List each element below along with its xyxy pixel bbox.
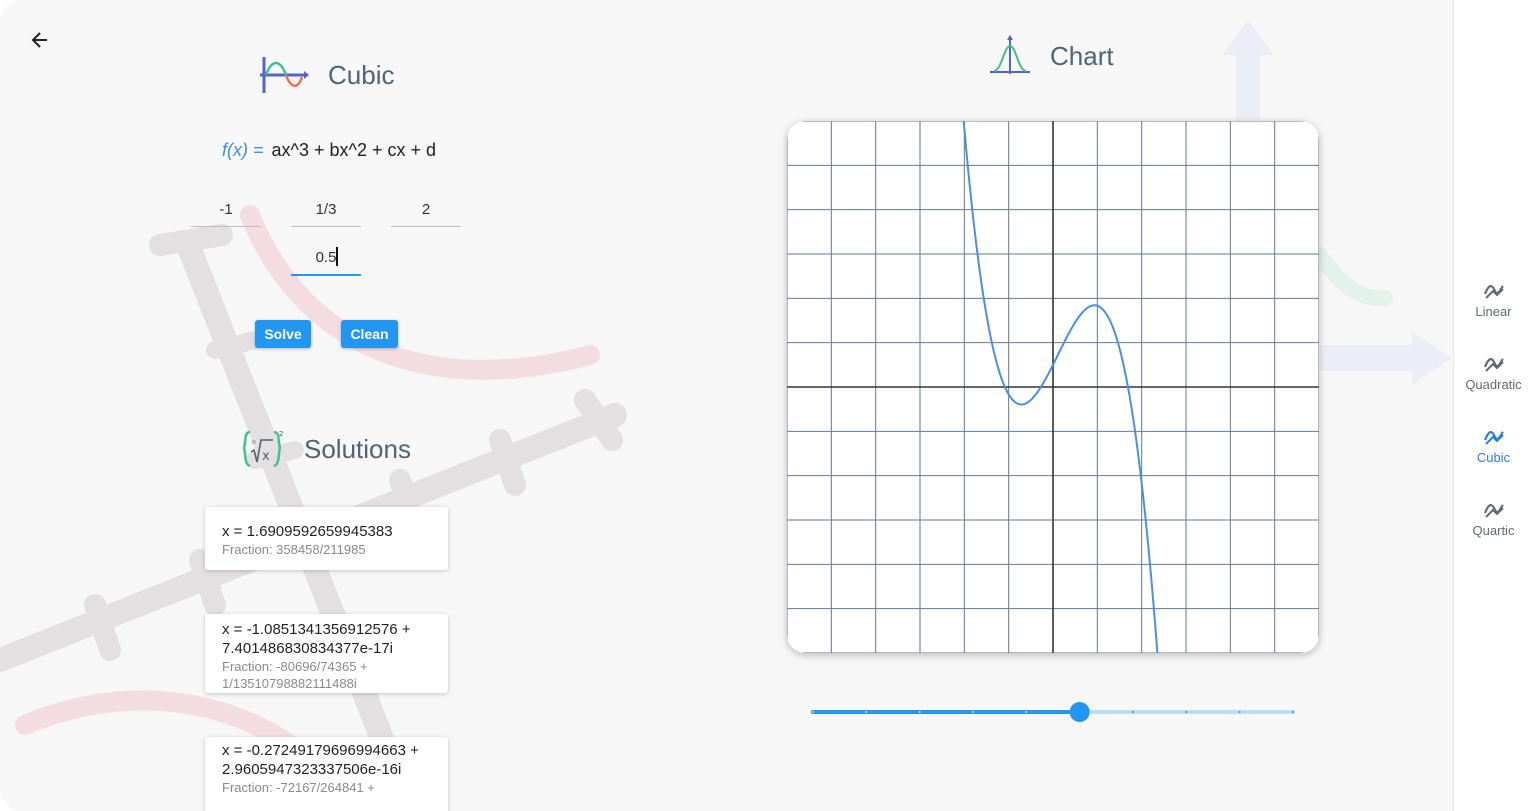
slider-tick	[918, 711, 921, 713]
slider-tick	[1025, 711, 1028, 713]
svg-text:x: x	[262, 449, 270, 464]
solutions-heading: x 2 n Solutions	[240, 428, 411, 470]
nav-item-linear[interactable]: Linear	[1454, 282, 1532, 332]
nav-item-quadratic[interactable]: Quadratic	[1454, 355, 1532, 405]
cubic-heading: Cubic	[258, 55, 394, 95]
arrow-left-icon	[31, 32, 47, 48]
text-cursor	[336, 247, 338, 266]
root-formula-icon: x 2 n	[242, 430, 283, 468]
slider-tick	[1238, 711, 1241, 713]
app-window: Cubic f(x) = ax^3 + bx^2 + cx + d Solve C…	[0, 0, 1532, 811]
coefficient-a-input[interactable]	[191, 192, 261, 227]
formula-prefix: f(x) =	[222, 140, 264, 160]
solution-value: x = -0.27249179696994663 + 2.96059473233…	[222, 742, 419, 778]
svg-text:2: 2	[279, 430, 283, 438]
slider-tick	[812, 711, 814, 713]
svg-text:n: n	[252, 439, 256, 446]
nav-label: Cubic	[1476, 450, 1511, 465]
nav-label: Quadratic	[1465, 377, 1522, 392]
nav-label: Quartic	[1472, 523, 1515, 538]
zoom-slider[interactable]	[811, 700, 1295, 724]
chart-line-icon	[1483, 358, 1504, 372]
solution-card: x = -0.27249179696994663 + 2.96059473233…	[205, 737, 448, 811]
slider-tick	[1292, 711, 1294, 713]
slider-tick	[972, 711, 974, 713]
chart-line-icon	[1483, 431, 1504, 445]
coefficient-b-input[interactable]	[291, 192, 361, 227]
clean-button[interactable]: Clean	[341, 320, 398, 348]
coefficient-d-input[interactable]	[291, 240, 361, 276]
nav-label: Linear	[1475, 304, 1512, 319]
chart-line-icon	[1483, 504, 1504, 518]
solution-fraction: Fraction: 358458/211985	[222, 542, 366, 557]
solution-value: x = 1.6909592659945383	[222, 523, 393, 540]
slider-thumb[interactable]	[1069, 702, 1090, 722]
chart-canvas	[787, 121, 1319, 653]
slider-tick	[1185, 711, 1188, 713]
function-chart	[787, 121, 1319, 653]
slider-tick	[1132, 711, 1134, 713]
solution-value: x = -1.0851341356912576 + 7.401486830834…	[222, 621, 411, 657]
coefficient-c-input[interactable]	[391, 192, 461, 227]
back-button[interactable]	[24, 24, 56, 56]
solution-card: x = 1.6909592659945383 Fraction: 358458/…	[205, 507, 448, 570]
solutions-title: Solutions	[304, 433, 411, 464]
chart-heading: Chart	[988, 34, 1114, 78]
formula: f(x) = ax^3 + bx^2 + cx + d	[222, 140, 436, 161]
solution-fraction: Fraction: -72167/264841 +	[222, 780, 375, 795]
solution-card: x = -1.0851341356912576 + 7.401486830834…	[205, 614, 448, 693]
slider-tick	[865, 711, 868, 713]
formula-expression: ax^3 + bx^2 + cx + d	[271, 140, 437, 160]
nav-item-quartic[interactable]: Quartic	[1454, 501, 1532, 551]
page-title: Cubic	[328, 59, 395, 90]
navigation-rail: Linear Quadratic Cubic Quartic	[1453, 0, 1532, 811]
bell-curve-icon	[990, 35, 1030, 74]
chart-line-icon	[1483, 285, 1504, 299]
cubic-graph-icon	[260, 57, 309, 93]
solution-fraction: Fraction: -80696/74365 + 1/1351079888211…	[222, 659, 368, 691]
chart-title: Chart	[1050, 40, 1114, 71]
solve-button[interactable]: Solve	[255, 320, 311, 348]
nav-item-cubic[interactable]: Cubic	[1454, 428, 1532, 478]
